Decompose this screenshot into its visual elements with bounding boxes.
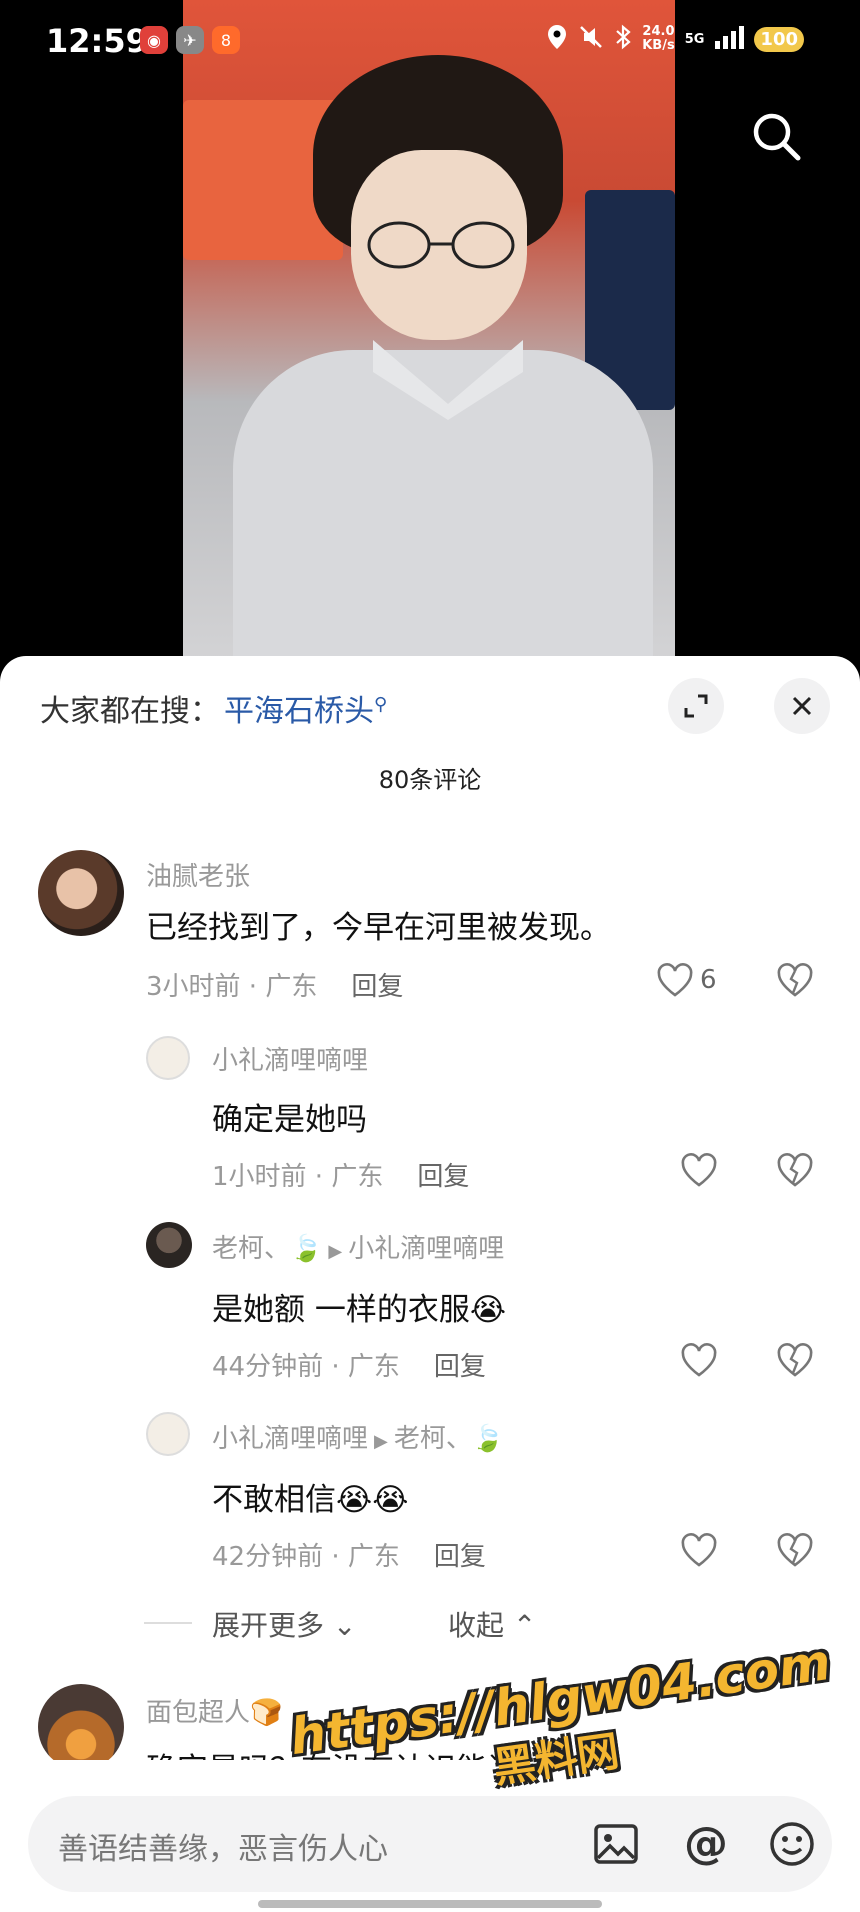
image-icon[interactable] [590, 1818, 642, 1870]
comment-username-row: 老柯、🍃 ▶ 小礼滴哩嘀哩 [212, 1228, 504, 1265]
svg-text:@: @ [684, 1818, 728, 1869]
comment-username-row: 小礼滴哩嘀哩 ▶ 老柯、🍃 [212, 1418, 504, 1455]
heart-icon[interactable] [680, 1532, 718, 1568]
location-icon [546, 24, 568, 54]
like-count: 6 [700, 965, 717, 995]
status-bar: 12:59 ◉ ✈ 8 24.0 KB/s 5G 100 [0, 0, 860, 90]
emoji-icon[interactable] [766, 1818, 818, 1870]
expand-icon [684, 694, 708, 718]
trending-search[interactable]: 大家都在搜： 平海石桥头⚲ [40, 686, 387, 730]
avatar[interactable] [146, 1412, 190, 1456]
comment-meta: 3小时前 · 广东 回复 [146, 972, 404, 1002]
broken-heart-icon[interactable] [776, 1532, 814, 1568]
comment-username[interactable]: 面包超人🍞 [146, 1692, 282, 1729]
small-search-icon: ⚲ [374, 694, 388, 715]
comment-meta: 42分钟前 · 广东 回复 [212, 1542, 486, 1572]
reply-button[interactable]: 回复 [434, 1352, 486, 1382]
reply-to-username[interactable]: 老柯、🍃 [394, 1424, 504, 1454]
broken-heart-icon[interactable] [776, 1342, 814, 1378]
reply-arrow-icon: ▶ [328, 1241, 343, 1262]
comment-text: 已经找到了，今早在河里被发现。 [146, 910, 611, 946]
battery-indicator: 100 [754, 26, 804, 52]
video-thumbnail[interactable] [183, 0, 675, 670]
comment-username[interactable]: 小礼滴哩嘀哩 [212, 1040, 368, 1077]
person-glasses [367, 221, 515, 269]
signal-type: 5G [684, 31, 705, 47]
comment-meta: 1小时前 · 广东 回复 [212, 1162, 470, 1192]
comment-username[interactable]: 油腻老张 [146, 856, 250, 893]
video-area[interactable] [0, 0, 860, 670]
heart-icon [657, 963, 693, 997]
heart-icon[interactable] [680, 1342, 718, 1378]
close-icon [792, 696, 812, 716]
comment-count: 80条评论 [378, 766, 482, 794]
person-shirt [233, 350, 653, 670]
comment-input[interactable]: 善语结善缘，恶言伤人心 @ [28, 1796, 832, 1892]
reply-button[interactable]: 回复 [434, 1542, 486, 1572]
chevron-up-icon: ⌃ [512, 1609, 537, 1642]
app-notification-icon: ◉ [140, 26, 168, 54]
reply-to-username[interactable]: 小礼滴哩嘀哩 [348, 1234, 504, 1264]
expand-more-button[interactable]: 展开更多 ⌄ [212, 1604, 356, 1644]
like-button[interactable]: 6 [656, 962, 717, 998]
status-indicators: 24.0 KB/s 5G 100 [546, 24, 804, 54]
network-speed: 24.0 KB/s [642, 24, 675, 53]
bluetooth-icon [614, 24, 632, 54]
signal-icon [714, 25, 745, 53]
at-icon[interactable]: @ [680, 1818, 732, 1870]
comment-input-placeholder: 善语结善缘，恶言伤人心 [58, 1832, 388, 1867]
reply-button[interactable]: 回复 [417, 1162, 469, 1192]
broken-heart-icon[interactable] [776, 962, 814, 998]
mute-icon [578, 24, 604, 54]
avatar[interactable] [38, 1684, 124, 1770]
trending-search-term[interactable]: 平海石桥头 [224, 694, 374, 729]
broken-heart-icon[interactable] [776, 1152, 814, 1188]
home-indicator[interactable] [258, 1900, 602, 1908]
chevron-down-icon: ⌄ [332, 1609, 357, 1642]
status-app-icons: ◉ ✈ 8 [140, 26, 240, 54]
expand-button[interactable] [668, 678, 724, 734]
comment-username[interactable]: 小礼滴哩嘀哩 [212, 1424, 368, 1454]
close-button[interactable] [774, 678, 830, 734]
app-notification-icon: ✈ [176, 26, 204, 54]
reply-arrow-icon: ▶ [374, 1431, 388, 1452]
collapse-button[interactable]: 收起 ⌃ [448, 1604, 536, 1644]
comment-text: 确定是她吗 [212, 1102, 367, 1138]
comment-username[interactable]: 老柯、🍃 [212, 1234, 322, 1264]
comment-text: 不敢相信😭😭 [212, 1482, 409, 1518]
comment-meta: 44分钟前 · 广东 回复 [212, 1352, 486, 1382]
search-icon[interactable] [750, 110, 802, 162]
avatar[interactable] [146, 1036, 190, 1080]
heart-icon[interactable] [680, 1152, 718, 1188]
divider [144, 1622, 192, 1624]
avatar[interactable] [146, 1222, 192, 1268]
comment-text: 是她额 一样的衣服😭 [212, 1292, 507, 1328]
trending-search-prefix: 大家都在搜： [40, 694, 220, 729]
reply-button[interactable]: 回复 [351, 972, 403, 1002]
app-notification-icon: 8 [212, 26, 240, 54]
avatar[interactable] [38, 850, 124, 936]
status-time: 12:59 [46, 22, 148, 60]
